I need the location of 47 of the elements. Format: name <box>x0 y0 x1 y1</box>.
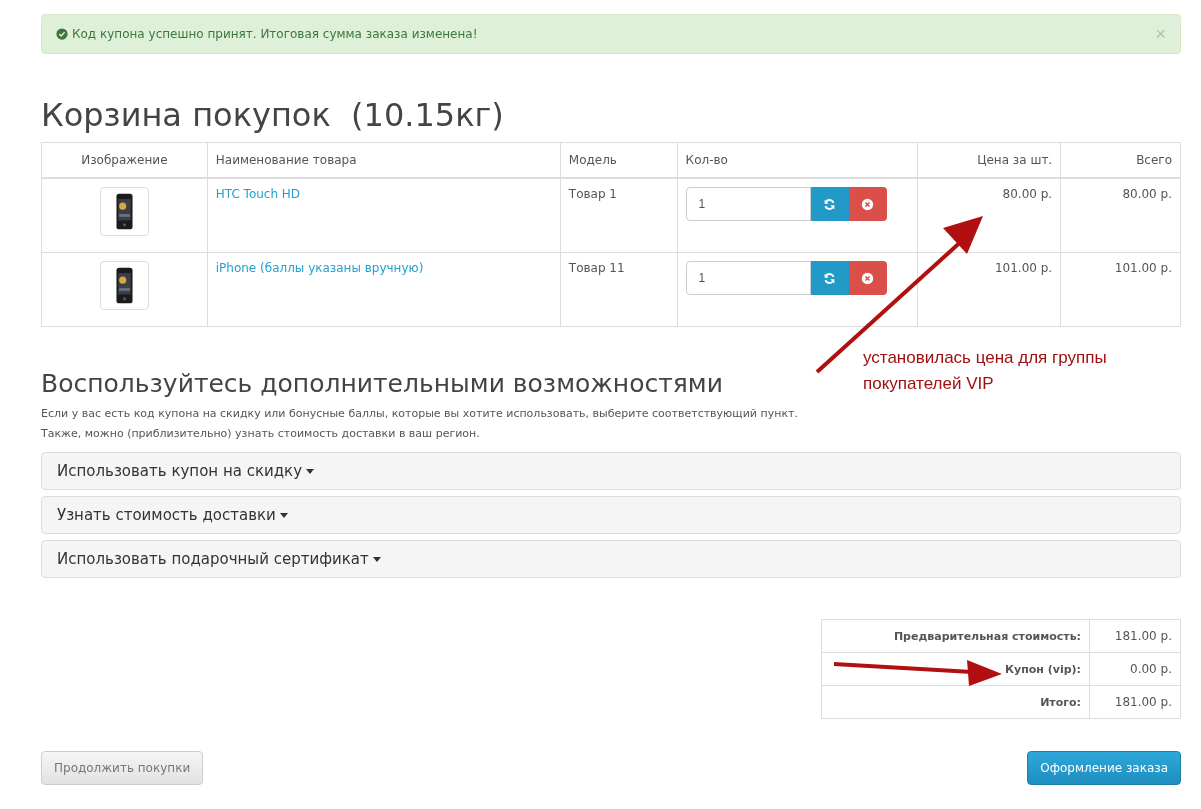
column-header: Всего <box>1060 142 1181 179</box>
total-label: Предварительная стоимость: <box>893 629 1081 643</box>
page-title: Корзина покупок (10.15кг) <box>41 96 504 135</box>
alert-message: Код купона успешно принят. Итоговая сумма заказа изменена! <box>72 27 478 41</box>
paragraph: Также, можно (приблизительно) узнать стоимость доставки в ваш регион. <box>41 426 481 443</box>
column-header: Изображение <box>41 142 208 179</box>
total-value: 181.00 р. <box>1114 695 1172 710</box>
remove-button[interactable] <box>848 187 887 222</box>
refresh-icon <box>823 271 837 285</box>
table-cell: Товар 1 <box>568 187 617 202</box>
image-thumbnail[interactable] <box>99 187 149 237</box>
caret-icon <box>279 512 288 518</box>
total-value: 181.00 р. <box>1114 629 1172 644</box>
remove-icon <box>861 271 875 285</box>
table-cell: 101.00 р. <box>994 261 1053 276</box>
column-header: Кол-во <box>677 142 917 179</box>
accordion-panel[interactable]: Узнать стоимость доставки <box>41 496 1181 535</box>
continue-shopping-button[interactable]: Продолжить покупки <box>41 751 204 786</box>
accordion-panel[interactable]: Использовать купон на скидку <box>41 452 1181 491</box>
column-header: Наименование товара <box>207 142 561 179</box>
check-circle-icon <box>56 28 68 40</box>
panel-title[interactable]: Использовать подарочный сертификат <box>57 550 369 569</box>
remove-button[interactable] <box>848 261 887 296</box>
column-header: Цена за шт. <box>917 142 1061 179</box>
table-cell: 80.00 р. <box>1002 187 1053 202</box>
image-thumbnail[interactable] <box>99 261 149 311</box>
caret-icon <box>306 468 315 474</box>
section-heading: Воспользуйтесь дополнительными возможностями <box>41 369 723 399</box>
total-label: Итого: <box>1040 695 1081 709</box>
paragraph: Если у вас есть код купона на скидку или бонусные баллы, которые вы хотите использовать, выберите соответствующий пункт. <box>41 406 799 423</box>
total-value: 0.00 р. <box>1130 662 1172 677</box>
column-header: Модель <box>560 142 678 179</box>
panel-title[interactable]: Использовать купон на скидку <box>57 462 303 481</box>
table-cell: 101.00 р. <box>1114 261 1172 276</box>
annotation-text: установилась цена для группы покупателей VIP <box>863 347 1108 395</box>
table-cell: Товар 11 <box>568 261 625 276</box>
caret-icon <box>372 556 381 562</box>
update-button[interactable] <box>810 261 849 296</box>
remove-icon <box>861 197 875 211</box>
refresh-icon <box>823 197 837 211</box>
table-cell: 80.00 р. <box>1122 187 1172 202</box>
panel-title[interactable]: Узнать стоимость доставки <box>57 506 276 525</box>
quantity-field[interactable]: 1 <box>685 187 811 222</box>
accordion-panel[interactable]: Использовать подарочный сертификат <box>41 540 1181 579</box>
total-label: Купон (vip): <box>1004 662 1081 676</box>
update-button[interactable] <box>810 187 849 222</box>
quantity-field[interactable]: 1 <box>685 261 811 296</box>
